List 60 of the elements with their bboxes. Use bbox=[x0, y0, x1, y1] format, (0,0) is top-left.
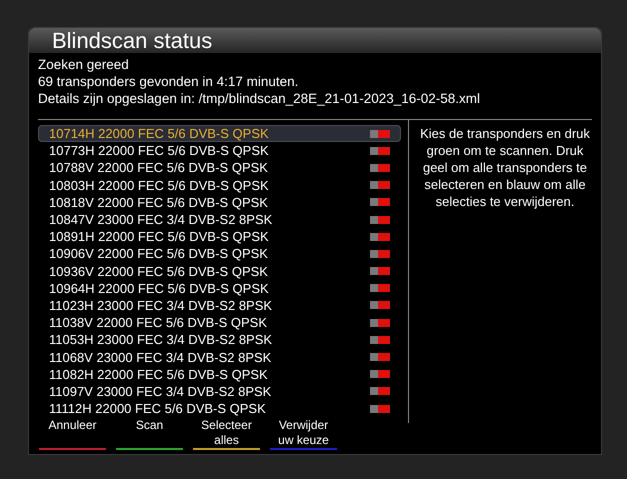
transponder-label: 10714H 22000 FEC 5/6 DVB-S QPSK bbox=[49, 127, 269, 140]
transponder-row[interactable]: 10773H 22000 FEC 5/6 DVB-S QPSK bbox=[38, 142, 401, 160]
transponder-label: 11023H 23000 FEC 3/4 DVB-S2 8PSK bbox=[49, 298, 272, 312]
window-title: Blindscan status bbox=[52, 30, 212, 52]
toggle-switch[interactable] bbox=[370, 146, 390, 155]
transponder-row[interactable]: 11038V 22000 FEC 5/6 DVB-S QPSK bbox=[38, 314, 401, 332]
transponder-label: 10773H 22000 FEC 5/6 DVB-S QPSK bbox=[49, 144, 269, 158]
toggle-switch[interactable] bbox=[370, 198, 390, 206]
transponder-label: 10847V 23000 FEC 3/4 DVB-S2 8PSK bbox=[49, 213, 272, 226]
transponder-row[interactable]: 10803H 22000 FEC 5/6 DVB-S QPSK bbox=[38, 176, 401, 194]
toggle-switch[interactable] bbox=[370, 164, 390, 172]
transponder-row[interactable]: 11053H 23000 FEC 3/4 DVB-S2 8PSK bbox=[38, 331, 401, 348]
transponder-label: 11068V 23000 FEC 3/4 DVB-S2 8PSK bbox=[49, 350, 272, 364]
transponder-label: 11097V 23000 FEC 3/4 DVB-S2 8PSK bbox=[49, 384, 272, 398]
transponder-row[interactable]: 10936V 22000 FEC 5/6 DVB-S QPSK bbox=[38, 262, 401, 280]
transponder-label: 11082H 22000 FEC 5/6 DVB-S QPSK bbox=[49, 368, 268, 381]
toggle-switch[interactable] bbox=[370, 301, 390, 310]
transponder-row[interactable]: 10964H 22000 FEC 5/6 DVB-S QPSK bbox=[38, 280, 401, 297]
toggle-switch[interactable] bbox=[370, 250, 390, 258]
transponder-label: 11112H 22000 FEC 5/6 DVB-S QPSK bbox=[49, 402, 266, 416]
key-hint-label: Scan bbox=[136, 418, 164, 434]
toggle-switch[interactable] bbox=[370, 387, 390, 396]
transponder-label: 11053H 23000 FEC 3/4 DVB-S2 8PSK bbox=[49, 333, 272, 346]
toggle-switch[interactable] bbox=[370, 267, 390, 276]
toggle-switch[interactable] bbox=[370, 318, 390, 327]
toggle-switch[interactable] bbox=[370, 336, 390, 344]
toggle-switch[interactable] bbox=[370, 232, 390, 241]
transponder-label: 10936V 22000 FEC 5/6 DVB-S QPSK bbox=[49, 264, 268, 278]
transponder-row[interactable]: 10906V 22000 FEC 5/6 DVB-S QPSK bbox=[38, 245, 401, 262]
transponder-label: 10803H 22000 FEC 5/6 DVB-S QPSK bbox=[49, 178, 269, 192]
status-line: Zoeken gereed bbox=[38, 56, 130, 73]
transponder-row[interactable]: 10714H 22000 FEC 5/6 DVB-S QPSK bbox=[38, 125, 401, 142]
toggle-switch[interactable] bbox=[370, 216, 390, 224]
transponder-row[interactable]: 11112H 22000 FEC 5/6 DVB-S QPSK bbox=[38, 400, 401, 418]
toggle-switch[interactable] bbox=[370, 370, 390, 378]
transponder-row[interactable]: 11082H 22000 FEC 5/6 DVB-S QPSK bbox=[38, 366, 401, 383]
transponder-label: 10906V 22000 FEC 5/6 DVB-S QPSK bbox=[49, 247, 268, 260]
help-text: Kies de transponders en druk groen om te scannen. Druk geel om alle transponders te selecteren en blauw om alle selecties te verwijderen. bbox=[419, 125, 591, 211]
toggle-switch[interactable] bbox=[370, 130, 390, 138]
key-hint-label: Selecteer alles bbox=[200, 418, 253, 448]
toggle-switch[interactable] bbox=[370, 181, 390, 190]
key-hint-label: Verwijder uw keuze bbox=[277, 418, 330, 448]
key-hint-label: Annuleer bbox=[48, 418, 97, 434]
toggle-switch[interactable] bbox=[370, 284, 390, 292]
transponder-row[interactable]: 11068V 23000 FEC 3/4 DVB-S2 8PSK bbox=[38, 348, 401, 366]
transponder-label: 10964H 22000 FEC 5/6 DVB-S QPSK bbox=[49, 282, 269, 295]
transponder-row[interactable]: 10891H 22000 FEC 5/6 DVB-S QPSK bbox=[38, 228, 401, 246]
status-line: 69 transponders gevonden in 4:17 minuten. bbox=[38, 73, 300, 90]
transponder-row[interactable]: 11097V 23000 FEC 3/4 DVB-S2 8PSK bbox=[38, 382, 401, 400]
transponder-row[interactable]: 10818V 22000 FEC 5/6 DVB-S QPSK bbox=[38, 194, 401, 211]
toggle-switch[interactable] bbox=[370, 404, 390, 413]
transponder-row[interactable]: 11023H 23000 FEC 3/4 DVB-S2 8PSK bbox=[38, 296, 401, 314]
transponder-label: 10891H 22000 FEC 5/6 DVB-S QPSK bbox=[49, 230, 269, 244]
transponder-label: 10788V 22000 FEC 5/6 DVB-S QPSK bbox=[49, 161, 268, 174]
transponder-row[interactable]: 10788V 22000 FEC 5/6 DVB-S QPSK bbox=[38, 159, 401, 177]
transponder-label: 11038V 22000 FEC 5/6 DVB-S QPSK bbox=[49, 316, 267, 330]
toggle-switch[interactable] bbox=[370, 353, 390, 362]
transponder-label: 10818V 22000 FEC 5/6 DVB-S QPSK bbox=[49, 196, 268, 209]
transponder-row[interactable]: 10847V 23000 FEC 3/4 DVB-S2 8PSK bbox=[38, 210, 401, 228]
status-line: Details zijn opgeslagen in: /tmp/blindscan_28E_21-01-2023_16-02-58.xml bbox=[38, 90, 482, 107]
